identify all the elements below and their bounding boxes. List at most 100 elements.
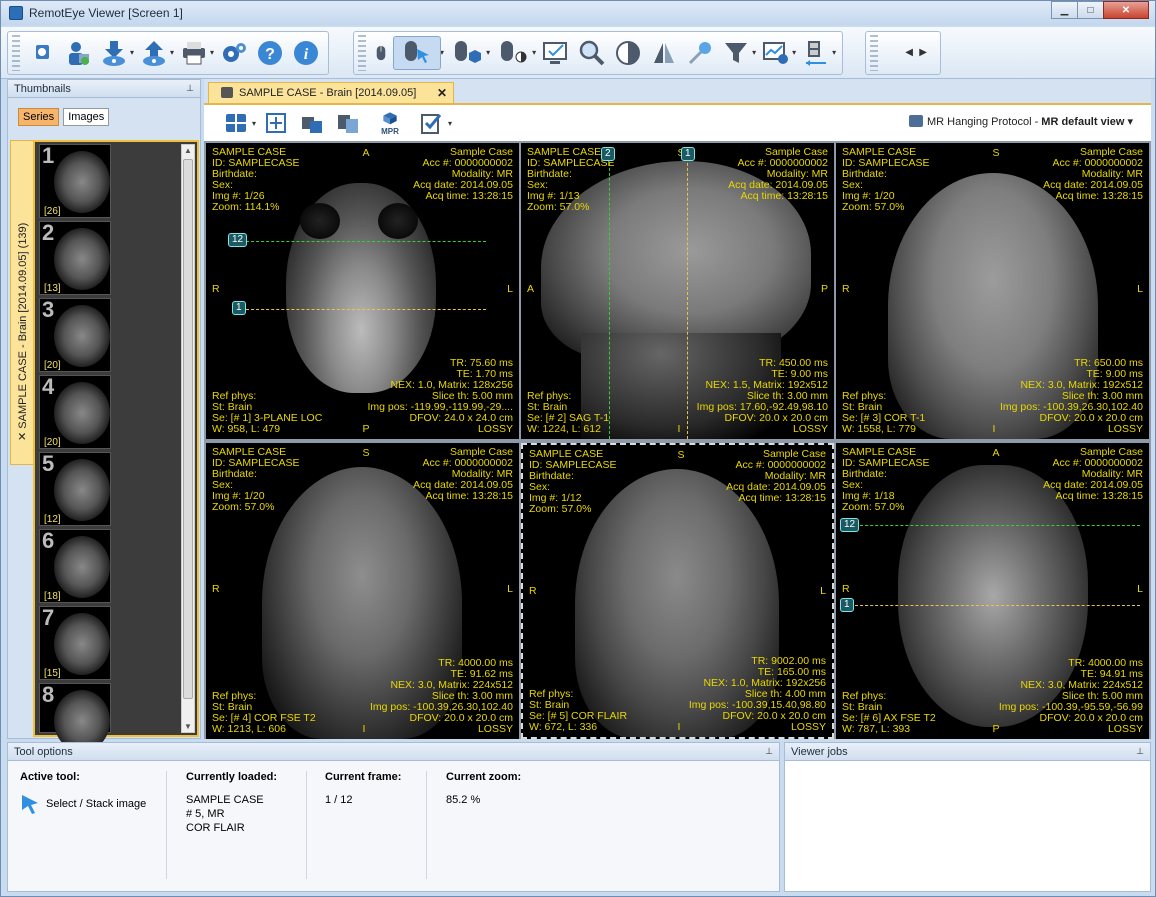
viewport-2[interactable]: 2 1 SAMPLE CASE ID: SAMPLECASE Birthdate: S… bbox=[521, 143, 834, 439]
mouse-icon[interactable] bbox=[371, 36, 391, 70]
report-check-icon[interactable] bbox=[415, 106, 449, 140]
overlay-top-left: SAMPLE CASE ID: SAMPLECASE Birthdate: Sex: I… bbox=[842, 447, 930, 513]
flip-icon[interactable] bbox=[647, 36, 681, 70]
screen-icon[interactable] bbox=[25, 36, 59, 70]
current-zoom-label: Current zoom: bbox=[446, 771, 522, 783]
thumbnail-image bbox=[54, 228, 110, 290]
current-frame-label: Current frame: bbox=[325, 771, 402, 783]
toolbar-grip[interactable] bbox=[12, 34, 20, 71]
series-thumbnail[interactable]: 1 [26] bbox=[39, 143, 111, 218]
pin-icon[interactable]: ⊥ bbox=[765, 746, 773, 757]
filter-icon[interactable] bbox=[719, 36, 753, 70]
settings-gear-icon[interactable] bbox=[217, 36, 251, 70]
image-count: [20] bbox=[44, 437, 61, 448]
cine-film-icon[interactable] bbox=[799, 36, 833, 70]
viewport-5[interactable]: SAMPLE CASE ID: SAMPLECASE Birthdate: Sex: I… bbox=[521, 443, 834, 739]
reference-tag: 1 bbox=[232, 301, 246, 315]
magnifier-icon[interactable] bbox=[575, 36, 609, 70]
minimize-button[interactable]: ▁ bbox=[1051, 1, 1078, 19]
image-count: [20] bbox=[44, 360, 61, 371]
toolbar-group-tools: ▾ ▾ ▾ ▾ ▾ ▾ bbox=[353, 30, 844, 75]
toolbar-grip[interactable] bbox=[358, 34, 367, 71]
help-icon[interactable]: ? bbox=[253, 36, 287, 70]
currently-loaded-section: Currently loaded: SAMPLE CASE # 5, MR CO… bbox=[186, 771, 277, 835]
3d-rotate-tool-icon[interactable] bbox=[447, 36, 487, 70]
orientation-bottom: P bbox=[362, 423, 370, 435]
viewer-toolbar: ▾ MPR ▾ MR Hanging Protocol - MR default… bbox=[204, 103, 1151, 141]
reference-tag: 12 bbox=[840, 518, 860, 532]
reference-tag: 1 bbox=[681, 147, 695, 161]
series-thumbnail[interactable]: 5 [12] bbox=[39, 451, 111, 526]
series-thumbnail[interactable]: 2 [13] bbox=[39, 220, 111, 295]
overlay-bottom-right: TR: 450.00 ms TE: 9.00 ms NEX: 1.5, Matrix… bbox=[697, 358, 828, 424]
active-tool-section: Active tool: Select / Stack image bbox=[20, 771, 146, 815]
download-icon[interactable] bbox=[97, 36, 131, 70]
svg-text:?: ? bbox=[265, 46, 275, 63]
pin-icon[interactable]: ⊥ bbox=[186, 83, 194, 94]
viewport-6[interactable]: 12 1 SAMPLE CASE ID: SAMPLECASE Birthdate:… bbox=[836, 443, 1149, 739]
series-toggle[interactable]: Series bbox=[18, 108, 60, 126]
viewport-1[interactable]: 12 1 SAMPLE CASE ID: SAMPLECASE Birthdate:… bbox=[206, 143, 519, 439]
pin-icon[interactable]: ⊥ bbox=[1136, 746, 1144, 757]
scrollbar-thumb[interactable] bbox=[183, 159, 193, 699]
title-bar[interactable]: RemotEye Viewer [Screen 1] ▁ □ ✕ bbox=[1, 1, 1155, 25]
close-icon[interactable]: ✕ bbox=[17, 429, 29, 441]
sync-series-icon[interactable] bbox=[295, 106, 329, 140]
series-number: 6 bbox=[42, 528, 55, 553]
compare-images-icon[interactable] bbox=[331, 106, 365, 140]
orientation-top: A bbox=[992, 447, 1000, 459]
images-toggle[interactable]: Images bbox=[63, 108, 110, 126]
select-stack-tool-icon[interactable] bbox=[393, 35, 442, 70]
scroll-up-icon[interactable]: ▲ bbox=[184, 146, 192, 155]
overlay-text: Zoom: 57.0% bbox=[212, 501, 275, 513]
monitor-check-icon[interactable] bbox=[539, 36, 573, 70]
overlay-top-left: SAMPLE CASE ID: SAMPLECASE Birthdate: Sex: I… bbox=[212, 147, 300, 213]
reference-line bbox=[850, 525, 1140, 526]
app-window: RemotEye Viewer [Screen 1] ▁ □ ✕ ▾ ▾ ▾ ?… bbox=[0, 0, 1156, 897]
layout-grid-icon[interactable] bbox=[219, 106, 253, 140]
document-tab[interactable]: SAMPLE CASE - Brain [2014.09.05] ✕ bbox=[208, 82, 454, 103]
close-icon[interactable]: ✕ bbox=[437, 86, 447, 100]
series-thumbnail[interactable]: 7 [15] bbox=[39, 605, 111, 680]
hanging-protocol-selector[interactable]: MR Hanging Protocol - MR default view ▾ bbox=[908, 115, 1133, 128]
scroll-down-icon[interactable]: ▼ bbox=[184, 722, 192, 731]
series-number: 8 bbox=[42, 682, 55, 707]
tool-options-header: Tool options ⊥ bbox=[8, 743, 779, 761]
series-thumbnail[interactable]: 8 bbox=[39, 682, 111, 752]
invert-contrast-icon[interactable] bbox=[611, 36, 645, 70]
study-tab-label: SAMPLE CASE - Brain [2014.09.05] (139) bbox=[17, 222, 29, 429]
fit-to-window-icon[interactable] bbox=[259, 106, 293, 140]
maximize-button[interactable]: □ bbox=[1077, 1, 1104, 19]
key-icon[interactable] bbox=[683, 36, 717, 70]
overlay-text: Acq time: 13:28:15 bbox=[738, 492, 826, 504]
overlay-text: Acq time: 13:28:15 bbox=[425, 190, 513, 202]
window-level-tool-icon[interactable] bbox=[493, 36, 533, 70]
orientation-left: R bbox=[529, 585, 537, 597]
series-thumbnail[interactable]: 4 [20] bbox=[39, 374, 111, 449]
series-number: 5 bbox=[42, 451, 55, 476]
series-thumbnail[interactable]: 6 [18] bbox=[39, 528, 111, 603]
overlay-text: Acq time: 13:28:15 bbox=[425, 490, 513, 502]
patient-add-icon[interactable] bbox=[61, 36, 95, 70]
orientation-left: R bbox=[842, 583, 850, 595]
orientation-left: R bbox=[212, 283, 220, 295]
overlay-text: W: 787, L: 393 bbox=[842, 723, 911, 735]
series-thumbnail[interactable]: 3 [20] bbox=[39, 297, 111, 372]
mpr-button[interactable]: MPR bbox=[367, 106, 413, 140]
document-tab-label: SAMPLE CASE - Brain [2014.09.05] bbox=[239, 87, 417, 99]
scroll-right-icon[interactable]: ▶ bbox=[916, 47, 930, 58]
upload-icon[interactable] bbox=[137, 36, 171, 70]
current-frame-value: 1 / 12 bbox=[325, 794, 353, 806]
thumbnail-scrollbar[interactable]: ▲ ▼ bbox=[181, 144, 195, 733]
chart-settings-icon[interactable] bbox=[759, 36, 793, 70]
scroll-left-icon[interactable]: ◀ bbox=[902, 47, 916, 58]
overlay-bottom-left: Ref phys: St: Brain Se: [# 1] 3-PLANE LOC W… bbox=[212, 391, 322, 435]
overlay-bottom-right: TR: 9002.00 ms TE: 165.00 ms NEX: 1.0, Mat… bbox=[689, 656, 826, 722]
close-button[interactable]: ✕ bbox=[1103, 1, 1149, 19]
viewport-3[interactable]: SAMPLE CASE ID: SAMPLECASE Birthdate: Sex: I… bbox=[836, 143, 1149, 439]
toolbar-grip[interactable] bbox=[870, 34, 879, 71]
info-icon[interactable]: i bbox=[289, 36, 323, 70]
viewport-4[interactable]: SAMPLE CASE ID: SAMPLECASE Birthdate: Sex: I… bbox=[206, 443, 519, 739]
print-icon[interactable] bbox=[177, 36, 211, 70]
orientation-top: S bbox=[992, 147, 1000, 159]
